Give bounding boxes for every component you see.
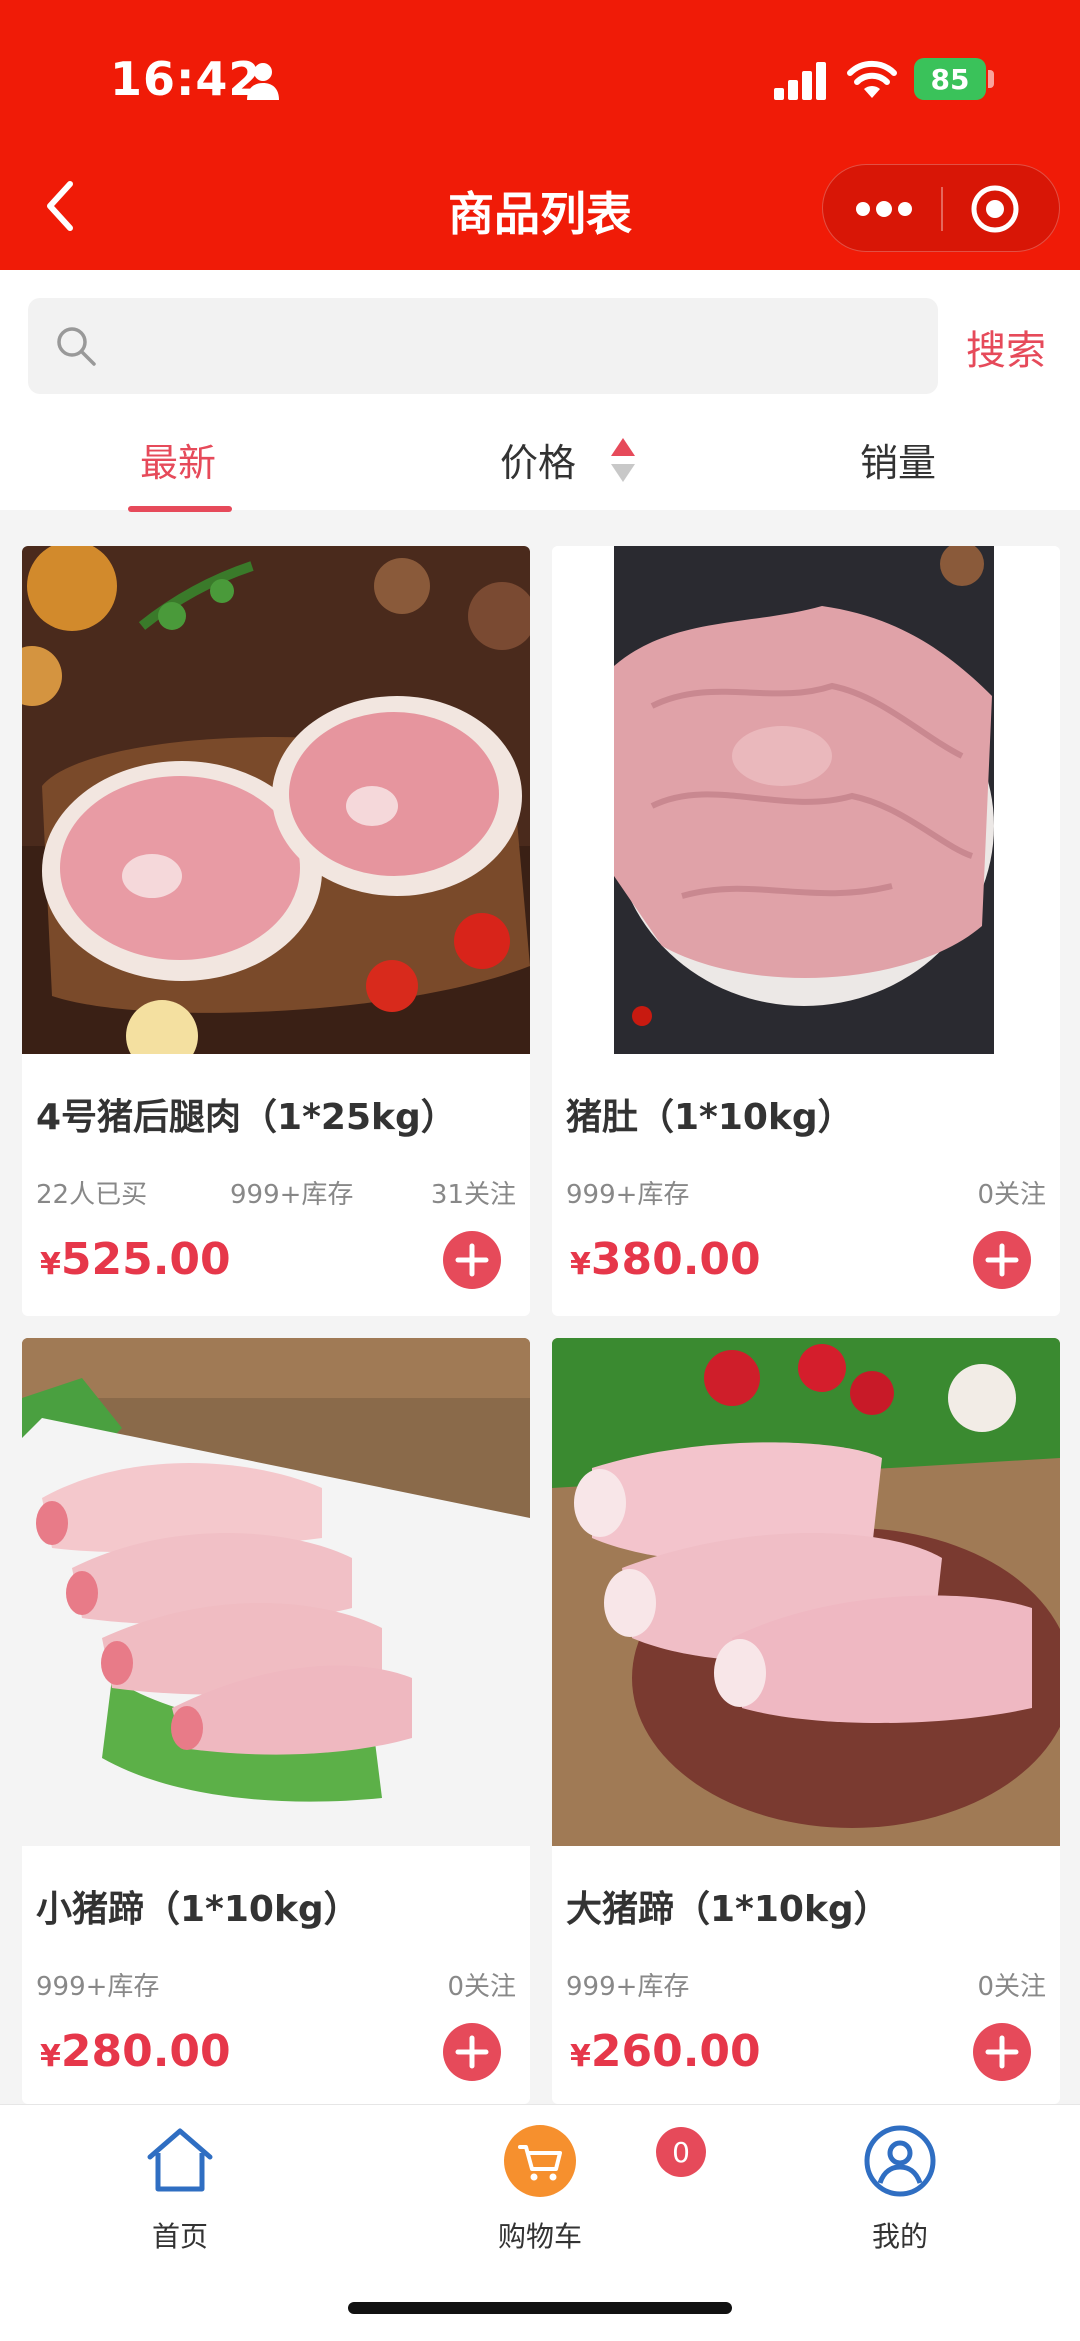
product-card[interactable]: 小猪蹄（1*10kg） 999+库存 0关注 ¥280.00 xyxy=(22,1338,530,2104)
add-to-cart-icon[interactable] xyxy=(442,2022,502,2082)
search-input[interactable] xyxy=(118,298,918,394)
tabbar-me-label: 我的 xyxy=(871,2220,928,2253)
add-to-cart-icon[interactable] xyxy=(442,1230,502,1290)
home-indicator xyxy=(348,2302,732,2314)
product-bought-count: 22人已买 xyxy=(36,1180,148,1210)
battery-level: 85 xyxy=(930,62,970,96)
product-follows: 0关注 xyxy=(447,1972,516,2002)
product-follows: 0关注 xyxy=(977,1180,1046,1210)
tabbar-home-label: 首页 xyxy=(151,2220,208,2253)
more-icon[interactable] xyxy=(853,193,915,225)
product-card[interactable]: 大猪蹄（1*10kg） 999+库存 0关注 ¥260.00 xyxy=(552,1338,1060,2104)
product-price: ¥380.00 xyxy=(570,1234,761,1285)
product-image-pork-tripe[interactable] xyxy=(552,546,1060,1054)
search-button[interactable]: 搜索 xyxy=(966,318,1046,376)
tabbar-cart-label: 购物车 xyxy=(497,2220,582,2253)
product-price: ¥525.00 xyxy=(40,1234,231,1285)
battery-indicator: 85 xyxy=(914,58,986,100)
currency-symbol: ¥ xyxy=(40,1247,61,1282)
add-to-cart-icon[interactable] xyxy=(972,1230,1032,1290)
product-card[interactable]: 4号猪后腿肉（1*25kg） 22人已买 999+库存 31关注 ¥525.00 xyxy=(22,546,530,1316)
currency-symbol: ¥ xyxy=(570,1247,591,1282)
app-header: 16:42 85 商品列表 xyxy=(0,0,1080,270)
product-stock: 999+库存 xyxy=(566,1972,690,2002)
product-follows: 0关注 xyxy=(977,1972,1046,2002)
mini-program-capsule xyxy=(822,164,1060,252)
cart-count-badge: 0 xyxy=(656,2127,706,2177)
price-amount: 280.00 xyxy=(60,2026,231,2077)
active-tab-underline xyxy=(128,506,232,512)
close-target-icon[interactable] xyxy=(969,183,1021,235)
tabbar-me[interactable]: 我的 xyxy=(820,2123,980,2255)
product-price: ¥260.00 xyxy=(570,2026,761,2077)
product-name[interactable]: 大猪蹄（1*10kg） xyxy=(566,1880,890,1932)
capsule-divider xyxy=(941,187,943,231)
product-name[interactable]: 小猪蹄（1*10kg） xyxy=(36,1880,360,1932)
person-icon xyxy=(247,63,279,100)
product-image-small-trotter[interactable] xyxy=(22,1338,530,1846)
tab-price[interactable]: 价格 xyxy=(500,432,576,487)
add-to-cart-icon[interactable] xyxy=(972,2022,1032,2082)
status-time: 16:42 xyxy=(110,52,262,106)
product-image-pork-leg[interactable] xyxy=(22,546,530,1054)
tab-sales[interactable]: 销量 xyxy=(860,432,936,487)
cart-icon xyxy=(504,2125,576,2197)
signal-icon xyxy=(774,62,826,100)
product-image-large-trotter[interactable] xyxy=(552,1338,1060,1846)
product-stock: 999+库存 xyxy=(566,1180,690,1210)
product-stock: 999+库存 xyxy=(36,1972,160,2002)
search-icon xyxy=(57,327,96,366)
home-icon xyxy=(147,2128,213,2192)
product-name[interactable]: 猪肚（1*10kg） xyxy=(566,1088,854,1140)
search-section: 搜索 最新 价格 销量 xyxy=(0,270,1080,512)
product-stock: 999+库存 xyxy=(230,1180,354,1210)
product-price: ¥280.00 xyxy=(40,2026,231,2077)
currency-symbol: ¥ xyxy=(570,2039,591,2074)
user-profile-icon xyxy=(864,2125,936,2197)
sort-arrows-icon[interactable] xyxy=(608,434,638,486)
tabbar-cart[interactable]: 购物车 xyxy=(460,2123,620,2255)
price-amount: 525.00 xyxy=(60,1234,231,1285)
currency-symbol: ¥ xyxy=(40,2039,61,2074)
product-card[interactable]: 猪肚（1*10kg） 999+库存 0关注 ¥380.00 xyxy=(552,546,1060,1316)
tabbar-home[interactable]: 首页 xyxy=(100,2123,260,2255)
price-amount: 260.00 xyxy=(590,2026,761,2077)
product-follows: 31关注 xyxy=(430,1180,516,1210)
sort-tabs: 最新 价格 销量 xyxy=(0,412,1080,510)
tab-newest[interactable]: 最新 xyxy=(140,432,216,487)
battery-nub xyxy=(988,70,994,88)
search-box xyxy=(28,298,938,394)
price-amount: 380.00 xyxy=(590,1234,761,1285)
wifi-icon xyxy=(847,60,897,98)
product-name[interactable]: 4号猪后腿肉（1*25kg） xyxy=(36,1088,457,1140)
